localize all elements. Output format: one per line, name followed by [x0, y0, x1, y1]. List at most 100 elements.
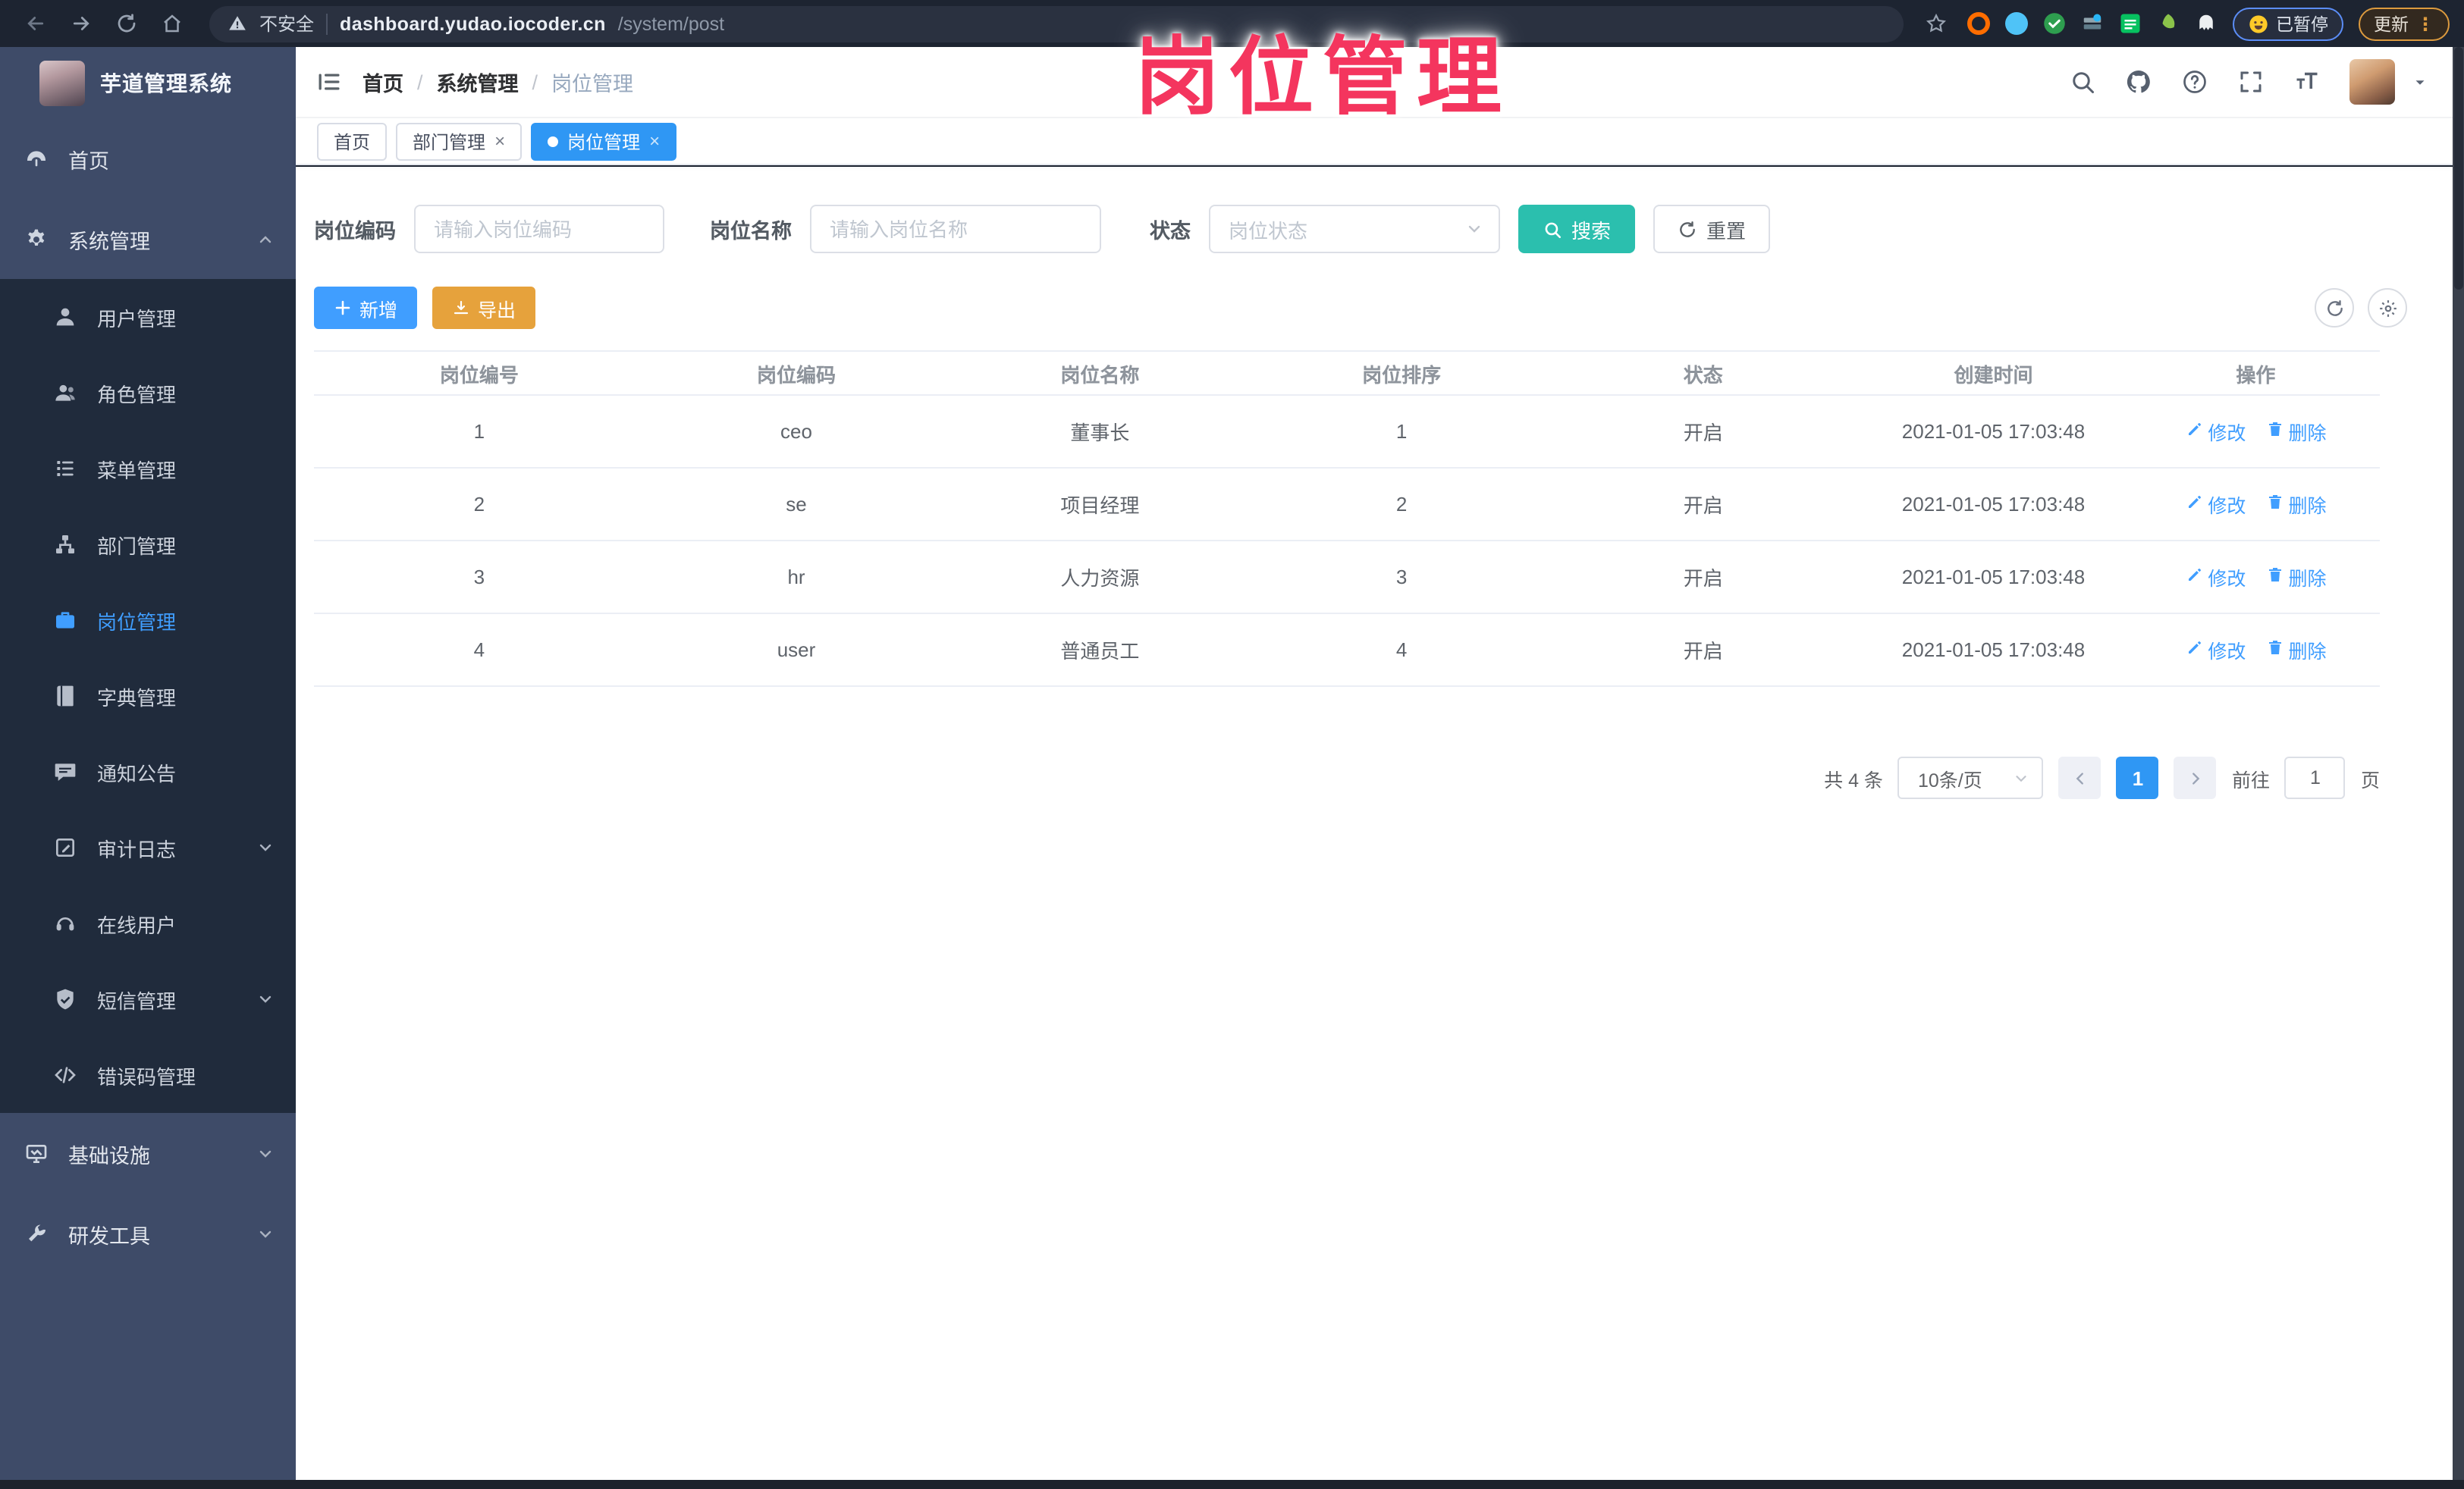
- post-code-input[interactable]: [414, 205, 664, 253]
- tab-label: 岗位管理: [567, 131, 641, 152]
- next-page-button[interactable]: [2174, 757, 2217, 799]
- column-settings-button[interactable]: [2368, 288, 2407, 328]
- goto-page-input[interactable]: [2284, 757, 2346, 799]
- refresh-table-button[interactable]: [2315, 288, 2354, 328]
- book-icon: [53, 684, 77, 708]
- font-size-icon[interactable]: [2293, 68, 2321, 96]
- post-name-input[interactable]: [810, 205, 1101, 253]
- paused-badge-label: 已暂停: [2276, 16, 2328, 34]
- posts-table: 岗位编号 岗位编码 岗位名称 岗位排序 状态 创建时间 操作 1 ceo 董事长 1 开启 2021-…: [314, 350, 2380, 687]
- table-cell: 4: [1395, 638, 1408, 661]
- search-icon[interactable]: [2069, 68, 2096, 96]
- sidebar-item-dev-tools[interactable]: 研发工具: [0, 1193, 296, 1274]
- extension-icon[interactable]: [2004, 12, 2027, 35]
- extension-icon[interactable]: [2156, 12, 2179, 35]
- browser-menu-icon[interactable]: ⋮: [2416, 13, 2434, 34]
- fullscreen-icon[interactable]: [2237, 68, 2265, 96]
- export-button[interactable]: 导出: [432, 287, 536, 329]
- sidebar-item-dict-mgmt[interactable]: 字典管理: [0, 658, 296, 734]
- gear-icon: [2379, 299, 2396, 316]
- sidebar-item-role-mgmt[interactable]: 角色管理: [0, 355, 296, 431]
- table-cell: 1: [1395, 420, 1408, 443]
- sidebar-item-label: 部门管理: [97, 534, 177, 557]
- extension-icon[interactable]: [2080, 12, 2103, 35]
- sidebar-item-infra[interactable]: 基础设施: [0, 1113, 296, 1193]
- sidebar-item-label: 通知公告: [97, 762, 177, 785]
- delete-link[interactable]: 删除: [2265, 490, 2326, 519]
- sidebar-item-online-users[interactable]: 在线用户: [0, 886, 296, 961]
- browser-update-button[interactable]: 更新 ⋮: [2359, 7, 2450, 40]
- tab-close-icon[interactable]: ×: [494, 132, 505, 150]
- github-icon[interactable]: [2125, 68, 2152, 96]
- status-select[interactable]: 岗位状态: [1209, 205, 1500, 253]
- delete-link[interactable]: 删除: [2265, 563, 2326, 591]
- search-button[interactable]: 搜索: [1518, 205, 1636, 253]
- caret-down-icon[interactable]: [2412, 74, 2428, 90]
- sidebar-item-sms-mgmt[interactable]: 短信管理: [0, 961, 296, 1037]
- scrollbar-thumb[interactable]: [2454, 47, 2463, 290]
- delete-link[interactable]: 删除: [2265, 635, 2326, 664]
- browser-forward-button[interactable]: [61, 4, 100, 43]
- sidebar-item-notice[interactable]: 通知公告: [0, 734, 296, 810]
- chevron-right-icon: [2192, 772, 2200, 784]
- table-cell: user: [777, 638, 816, 661]
- bookmark-star-icon[interactable]: [1921, 4, 1951, 43]
- tab-部门管理[interactable]: 部门管理 ×: [396, 122, 523, 160]
- extension-icon[interactable]: [2118, 12, 2141, 35]
- table-toolbar: 新增 导出: [314, 287, 2407, 329]
- sidebar-item-post-mgmt[interactable]: 岗位管理: [0, 582, 296, 658]
- column-header: 岗位编号: [439, 363, 519, 386]
- extension-icon[interactable]: [2194, 12, 2217, 35]
- shield-icon: [53, 987, 77, 1011]
- sidebar-item-system[interactable]: 系统管理: [0, 199, 296, 279]
- breadcrumb-home[interactable]: 首页: [363, 67, 403, 97]
- pagination-total: 共 4 条: [1824, 770, 1883, 791]
- column-header: 岗位编码: [757, 363, 837, 386]
- sidebar-collapse-button[interactable]: [296, 46, 363, 118]
- table-cell: 开启: [1683, 567, 1723, 590]
- chevron-left-icon: [2076, 772, 2083, 784]
- tab-岗位管理[interactable]: 岗位管理 ×: [531, 122, 677, 160]
- scrollbar[interactable]: [2453, 47, 2464, 1489]
- browser-back-button[interactable]: [15, 4, 55, 43]
- edit-icon: [53, 835, 77, 860]
- page-size-select[interactable]: 10条/页: [1897, 757, 2044, 799]
- sidebar-item-audit-log[interactable]: 审计日志: [0, 810, 296, 886]
- breadcrumb-separator: /: [532, 71, 538, 93]
- tab-首页[interactable]: 首页: [317, 122, 388, 160]
- extension-icon[interactable]: [2042, 12, 2065, 35]
- user-avatar[interactable]: [2349, 59, 2395, 105]
- sidebar: 芋道管理系统 首页 系统管理 用户管理 角色管理 菜单管理部门管理岗位管理 字典管理通知公…: [0, 47, 296, 1489]
- tab-close-icon[interactable]: ×: [649, 132, 660, 150]
- edit-icon: [2185, 566, 2203, 588]
- sidebar-item-error-code[interactable]: 错误码管理: [0, 1037, 296, 1113]
- browser-refresh-button[interactable]: [106, 4, 146, 43]
- edit-icon: [2185, 493, 2203, 516]
- delete-link[interactable]: 删除: [2265, 417, 2326, 446]
- add-button[interactable]: 新增: [314, 287, 418, 329]
- sidebar-item-dept-mgmt[interactable]: 部门管理: [0, 506, 296, 582]
- edit-link[interactable]: 修改: [2185, 563, 2246, 591]
- breadcrumb-separator: /: [417, 71, 423, 93]
- reset-button[interactable]: 重置: [1653, 205, 1771, 253]
- breadcrumb-system[interactable]: 系统管理: [437, 67, 519, 97]
- prev-page-button[interactable]: [2058, 757, 2101, 799]
- extension-icon[interactable]: [1966, 12, 1989, 35]
- sidebar-item-user-mgmt[interactable]: 用户管理: [0, 279, 296, 355]
- address-bar[interactable]: 不安全 dashboard.yudao.iocoder.cn/system/po…: [209, 5, 1903, 42]
- list-icon: [53, 456, 77, 481]
- edit-icon: [2185, 420, 2203, 443]
- help-icon[interactable]: [2181, 68, 2208, 96]
- sidebar-item-label: 在线用户: [97, 914, 177, 936]
- current-page-button[interactable]: 1: [2116, 757, 2159, 799]
- browser-home-button[interactable]: [152, 4, 191, 43]
- edit-link[interactable]: 修改: [2185, 417, 2246, 446]
- row-actions: 修改 删除: [2132, 417, 2380, 446]
- trash-icon: [2265, 493, 2284, 516]
- sidebar-item-menu-mgmt[interactable]: 菜单管理: [0, 431, 296, 506]
- edit-link[interactable]: 修改: [2185, 490, 2246, 519]
- edit-link[interactable]: 修改: [2185, 635, 2246, 664]
- app-logo[interactable]: 芋道管理系统: [0, 47, 296, 118]
- profile-paused-badge[interactable]: 已暂停: [2232, 7, 2343, 40]
- sidebar-item-home[interactable]: 首页: [0, 118, 296, 199]
